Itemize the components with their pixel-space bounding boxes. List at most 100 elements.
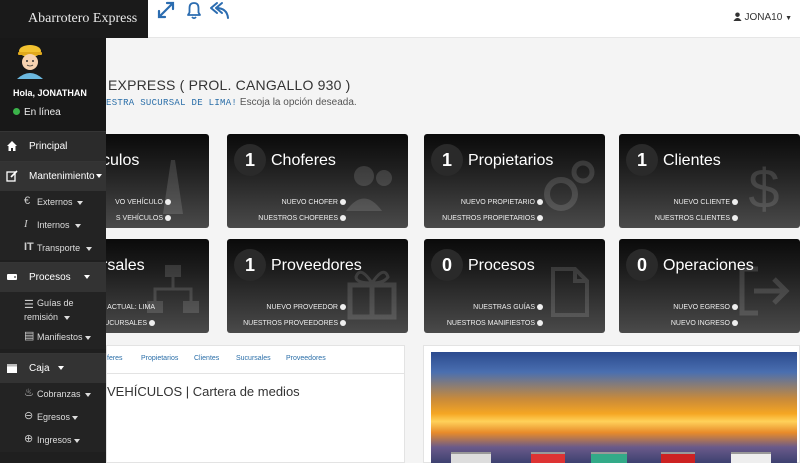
tile-title: Clientes — [663, 152, 721, 169]
top-bar: Abarrotero Express JONA10 ▼ — [0, 0, 800, 38]
user-menu[interactable]: JONA10 ▼ — [733, 12, 792, 23]
tile-link-label: NUESTROS CLIENTES — [654, 215, 730, 222]
tile-title: Proveedores — [271, 257, 362, 274]
sidebar-item-label: Procesos — [29, 272, 71, 283]
tile-clientes[interactable]: $ 1 Clientes NUEVO CLIENTE NUESTROS CLIE… — [619, 134, 800, 228]
tile-count: 1 — [234, 249, 266, 281]
page-subtitle: ESTRA SUCURSAL DE LIMA! Escoja la opción… — [106, 97, 357, 108]
svg-text:$: $ — [748, 157, 779, 216]
sidebar-subitem-cobranzas[interactable]: ♨ Cobranzas — [0, 383, 106, 406]
tile-count: 0 — [626, 249, 658, 281]
sidebar-subitem-externos[interactable]: € Externos — [0, 191, 106, 214]
tab-sucursales[interactable]: Sucursales — [236, 355, 271, 362]
fullscreen-icon[interactable] — [156, 0, 178, 20]
sidebar-item-caja[interactable]: Caja — [0, 353, 106, 383]
panel-title: VEHÍCULOS | Cartera de medios — [107, 384, 300, 399]
sidebar-subitem-egresos[interactable]: ⊖ Egresos — [0, 406, 106, 429]
tile-link-new[interactable]: NUEVO CHOFER — [282, 199, 346, 206]
tab-proveedores[interactable]: Proveedores — [286, 355, 326, 362]
sidebar: Hola, JONATHAN En línea Principal Manten… — [0, 38, 106, 463]
arrow-circle-icon — [340, 304, 346, 310]
tile-title: Procesos — [468, 257, 535, 274]
tile-link-list[interactable]: NUESTROS CLIENTES — [655, 215, 738, 222]
tile-link-list[interactable]: S VEHÍCULOS — [116, 215, 171, 222]
users-icon — [346, 166, 392, 211]
tile-operaciones[interactable]: 0 Operaciones NUEVO EGRESO NUEVO INGRESO — [619, 239, 800, 333]
tab-propietarios[interactable]: Propietarios — [141, 355, 178, 362]
tile-link-new[interactable]: NUEVO PROPIETARIO — [461, 199, 543, 206]
user-menu-label: JONA10 — [744, 12, 783, 23]
brand-logo[interactable]: Abarrotero Express — [0, 0, 148, 38]
bell-icon[interactable] — [183, 0, 205, 20]
online-status: En línea — [13, 107, 61, 118]
banner-panel — [423, 345, 800, 463]
profile-panel: Hola, JONATHAN En línea — [0, 38, 106, 131]
sidebar-subitem-label: Manifiestos — [37, 332, 83, 342]
online-status-label: En línea — [24, 107, 61, 118]
arrow-circle-icon — [732, 215, 738, 221]
tile-link-list[interactable]: NUESTROS CHOFERES — [258, 215, 346, 222]
hdd-icon — [7, 274, 17, 280]
caret-down-icon — [85, 393, 91, 397]
caret-down-icon — [96, 174, 102, 178]
sidebar-subitem-manifiestos[interactable]: ▤ Manifiestos — [0, 326, 106, 349]
sidebar-item-procesos[interactable]: Procesos — [0, 262, 106, 292]
tile-link-label: NUEVO INGRESO — [670, 320, 730, 327]
tile-link-label: S VEHÍCULOS — [115, 215, 163, 222]
avatar[interactable] — [13, 43, 47, 79]
sidebar-subitem-label: Ingresos — [37, 435, 72, 445]
reply-all-icon[interactable] — [209, 0, 231, 20]
caret-down-icon — [74, 439, 80, 443]
sidebar-subitem-guias[interactable]: ☰ Guías de remisión — [0, 292, 106, 326]
tile-link-label: NUESTRAS GUÍAS — [473, 304, 535, 311]
minus-circle-icon: ⊖ — [24, 410, 34, 422]
tile-title: Choferes — [271, 152, 336, 169]
tile-link-new[interactable]: NUEVO CLIENTE — [674, 199, 738, 206]
tab-clientes[interactable]: Clientes — [194, 355, 219, 362]
branch-highlight: ESTRA SUCURSAL DE LIMA! — [106, 98, 238, 108]
tile-proveedores[interactable]: 1 Proveedores NUEVO PROVEEDOR NUESTROS P… — [227, 239, 408, 333]
plus-circle-icon: ⊕ — [24, 433, 34, 445]
tile-link-egreso[interactable]: NUEVO EGRESO — [673, 304, 738, 311]
sidebar-subitem-label: Internos — [37, 220, 70, 230]
user-icon — [733, 12, 742, 21]
sidebar-subitem-internos[interactable]: I Internos — [0, 214, 106, 237]
tile-propietarios[interactable]: 1 Propietarios NUEVO PROPIETARIO NUESTRO… — [424, 134, 605, 228]
trucks-banner-image — [431, 352, 797, 463]
road-icon — [163, 160, 183, 214]
arrow-circle-icon — [537, 199, 543, 205]
page-title: EXPRESS ( PROL. CANGALLO 930 ) — [108, 77, 351, 93]
tile-link-label: NUESTROS MANIFIESTOS — [446, 320, 535, 327]
tile-link-label: NUEVO PROVEEDOR — [266, 304, 338, 311]
files-icon — [551, 267, 589, 317]
tab-choferes[interactable]: feres — [107, 355, 123, 362]
tile-link-new[interactable]: NUEVO PROVEEDOR — [266, 304, 346, 311]
tile-procesos[interactable]: 0 Procesos NUESTRAS GUÍAS NUESTROS MANIF… — [424, 239, 605, 333]
tile-link-list[interactable]: NUESTROS PROPIETARIOS — [442, 215, 543, 222]
caret-down-icon — [84, 275, 90, 279]
sidebar-subitem-label: Transporte — [37, 243, 81, 253]
tile-link-ingreso[interactable]: NUEVO INGRESO — [671, 320, 738, 327]
sidebar-subitem-ingresos[interactable]: ⊕ Ingresos — [0, 429, 106, 452]
truck-image — [591, 452, 627, 463]
tile-link-label: NUESTROS PROPIETARIOS — [442, 215, 535, 222]
arrow-circle-icon — [537, 320, 543, 326]
tile-link-list[interactable]: NUESTROS PROVEEDORES — [243, 320, 346, 327]
caret-down-icon — [64, 316, 70, 320]
tile-link-manifiestos[interactable]: NUESTROS MANIFIESTOS — [447, 320, 543, 327]
tile-title: Operaciones — [663, 257, 754, 274]
tile-link-guias[interactable]: NUESTRAS GUÍAS — [473, 304, 543, 311]
chevron-down-icon: ▼ — [785, 15, 792, 22]
tile-link-label: NUEVO CLIENTE — [673, 199, 730, 206]
sidebar-subitem-label: Egresos — [37, 412, 71, 422]
list-alt-icon: ▤ — [24, 330, 35, 342]
sidebar-item-label: Mantenimiento — [29, 171, 95, 182]
page-subtitle-text: Escoja la opción deseada. — [239, 97, 357, 108]
tile-choferes[interactable]: 1 Choferes NUEVO CHOFER NUESTROS CHOFERE… — [227, 134, 408, 228]
arrow-circle-icon — [732, 304, 738, 310]
sidebar-item-mantenimiento[interactable]: Mantenimiento — [0, 161, 106, 191]
tile-link-new[interactable]: VO VEHÍCULO — [115, 199, 171, 206]
caret-down-icon — [77, 201, 83, 205]
sidebar-item-principal[interactable]: Principal — [0, 131, 106, 161]
sidebar-subitem-transporte[interactable]: IT Transporte — [0, 237, 106, 260]
